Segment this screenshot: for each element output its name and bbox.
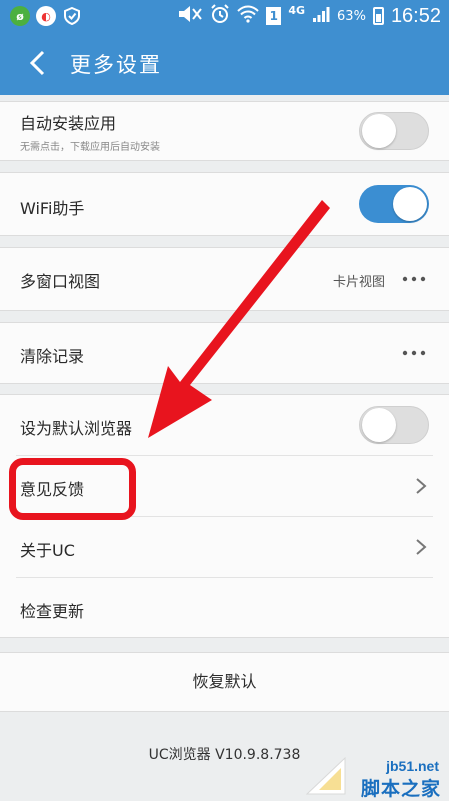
multi-window-value: 卡片视图 bbox=[332, 275, 385, 290]
battery-percent: 63% bbox=[337, 8, 366, 24]
setting-multi-window[interactable]: 多窗口视图 卡片视图 bbox=[0, 248, 449, 310]
more-icon[interactable] bbox=[401, 348, 427, 358]
toggle-knob bbox=[393, 187, 427, 221]
chevron-right-icon bbox=[416, 478, 427, 494]
setting-description: 无需点击，下载应用后自动安装 bbox=[20, 142, 160, 153]
auto-install-toggle[interactable] bbox=[359, 112, 429, 150]
settings-card-auto-install: 自动安装应用 无需点击，下载应用后自动安装 bbox=[0, 101, 449, 161]
annotation-highlight-box bbox=[9, 458, 136, 520]
settings-card-wifi: WiFi助手 bbox=[0, 172, 449, 236]
clock: 16:52 bbox=[390, 4, 441, 27]
app-icon-green: ø bbox=[10, 6, 30, 26]
chevron-right-icon bbox=[416, 539, 427, 555]
setting-label: 关于UC bbox=[20, 541, 75, 560]
setting-default-browser[interactable]: 设为默认浏览器 bbox=[0, 395, 449, 455]
setting-label: 清除记录 bbox=[20, 347, 85, 366]
setting-label: 检查更新 bbox=[20, 602, 85, 621]
more-icon[interactable] bbox=[401, 274, 427, 284]
watermark-name: 脚本之家 bbox=[360, 778, 441, 800]
setting-clear-records[interactable]: 清除记录 bbox=[0, 323, 449, 383]
mute-icon bbox=[177, 5, 203, 27]
restore-defaults-button[interactable]: 恢复默认 bbox=[0, 652, 449, 712]
default-browser-toggle[interactable] bbox=[359, 406, 429, 444]
setting-label: 多窗口视图 bbox=[20, 272, 101, 291]
setting-auto-install[interactable]: 自动安装应用 无需点击，下载应用后自动安装 bbox=[0, 102, 449, 160]
setting-about[interactable]: 关于UC bbox=[0, 517, 449, 577]
setting-label: 自动安装应用 bbox=[20, 114, 117, 133]
watermark: jb51.net 脚本之家 bbox=[305, 754, 445, 800]
title-bar: 更多设置 bbox=[0, 33, 449, 95]
setting-check-update[interactable]: 检查更新 bbox=[0, 578, 449, 636]
wifi-icon bbox=[237, 5, 260, 27]
settings-card-clear: 清除记录 bbox=[0, 322, 449, 384]
shield-icon bbox=[62, 6, 82, 26]
settings-card-multi-window: 多窗口视图 卡片视图 bbox=[0, 247, 449, 311]
toggle-knob bbox=[362, 408, 396, 442]
watermark-site: jb51.net bbox=[386, 758, 439, 774]
page-title: 更多设置 bbox=[70, 53, 162, 77]
wifi-helper-toggle[interactable] bbox=[359, 185, 429, 223]
alarm-icon bbox=[210, 4, 230, 28]
signal-icon bbox=[312, 5, 330, 27]
network-type: 4G bbox=[288, 4, 306, 17]
setting-label: WiFi助手 bbox=[20, 199, 85, 218]
browser-icon: ◐ bbox=[36, 6, 56, 26]
setting-wifi-helper[interactable]: WiFi助手 bbox=[0, 173, 449, 235]
watermark-logo-icon bbox=[305, 756, 346, 795]
sim-icon: 1 bbox=[266, 7, 282, 25]
toggle-knob bbox=[362, 114, 396, 148]
back-icon[interactable] bbox=[24, 48, 54, 78]
status-bar: ø ◐ 1 4G 63% 16:52 bbox=[0, 0, 449, 33]
setting-label: 设为默认浏览器 bbox=[20, 419, 133, 438]
battery-icon bbox=[372, 7, 384, 25]
